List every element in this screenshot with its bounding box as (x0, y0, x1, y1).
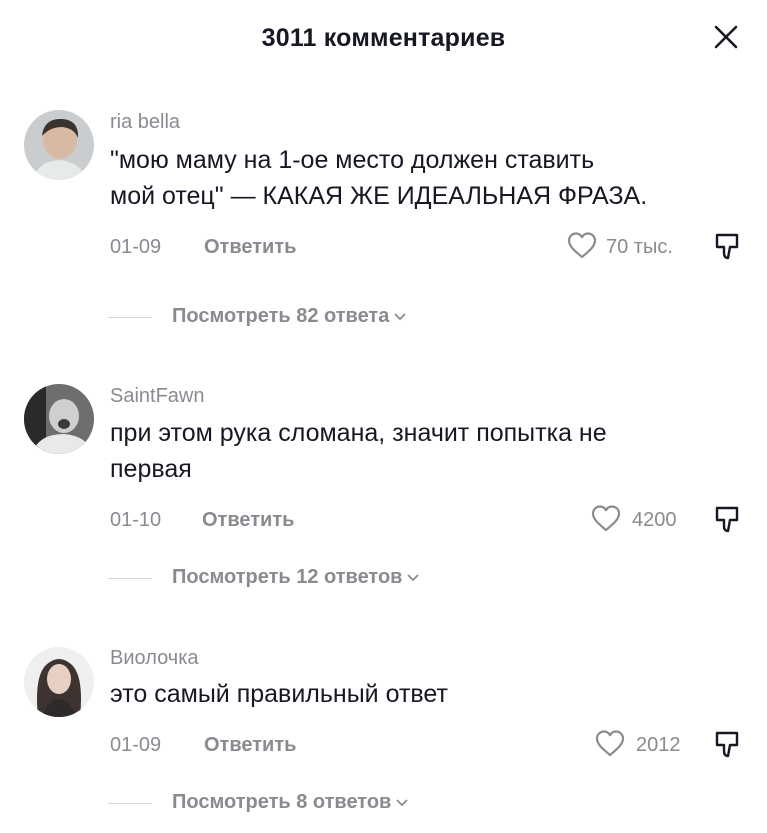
comment-text-line: это самый правильный ответ (110, 680, 448, 708)
divider (108, 317, 152, 318)
dislike-button[interactable] (711, 728, 743, 765)
like-button[interactable] (594, 728, 626, 763)
comment-author[interactable]: Виолочка (110, 647, 199, 670)
like-count: 70 тыс. (606, 236, 673, 258)
chevron-down-icon (394, 313, 406, 320)
chevron-down-icon (407, 574, 420, 581)
view-replies-button[interactable]: Посмотреть 82 ответа (172, 305, 407, 328)
reply-button[interactable]: Ответить (204, 236, 296, 259)
comment-text-line: при этом рука сломана, значит попытка не (110, 419, 607, 447)
dislike-button[interactable] (711, 503, 743, 540)
reply-button[interactable]: Ответить (202, 509, 294, 532)
comment-text: это самый правильный ответ (110, 676, 740, 712)
divider (108, 803, 152, 804)
view-replies-button[interactable]: Посмотреть 12 ответов (172, 566, 420, 589)
comment-text-line: первая (110, 455, 192, 483)
heart-outline-icon (591, 505, 621, 532)
comments-count-title: 3011 комментариев (261, 24, 506, 52)
avatar[interactable] (24, 110, 94, 180)
comment-date: 01-10 (110, 509, 162, 531)
like-button[interactable] (590, 503, 622, 538)
view-replies-label: Посмотреть 12 ответов (172, 566, 403, 588)
dislike-button[interactable] (711, 230, 743, 267)
avatar[interactable] (24, 647, 94, 717)
comment-author[interactable]: ria bella (110, 111, 180, 134)
view-replies-button[interactable]: Посмотреть 8 ответов (172, 791, 409, 814)
thumbs-down-icon (715, 506, 739, 533)
thumbs-down-icon (715, 233, 739, 260)
like-button[interactable] (566, 230, 598, 265)
comment-text-line: мой отец" — КАКАЯ ЖЕ ИДЕАЛЬНАЯ ФРАЗА. (110, 182, 648, 210)
comment-text: при этом рука сломана, значит попытка не… (110, 415, 740, 487)
like-count: 4200 (632, 509, 677, 531)
comment-author[interactable]: SaintFawn (110, 385, 205, 408)
avatar[interactable] (24, 384, 94, 454)
comment-date: 01-09 (110, 236, 162, 258)
close-icon (714, 25, 738, 49)
divider (108, 578, 152, 579)
comment-text-line: "мою маму на 1-ое место должен ставить (110, 146, 595, 174)
like-count: 2012 (636, 734, 681, 756)
reply-button[interactable]: Ответить (204, 734, 296, 757)
close-button[interactable] (711, 22, 741, 52)
view-replies-label: Посмотреть 82 ответа (172, 305, 390, 327)
heart-outline-icon (567, 232, 597, 259)
heart-outline-icon (595, 730, 625, 757)
comments-header: 3011 комментариев (0, 0, 767, 80)
view-replies-label: Посмотреть 8 ответов (172, 791, 392, 813)
chevron-down-icon (396, 799, 408, 806)
comment-text: "мою маму на 1-ое место должен ставить м… (110, 142, 740, 214)
thumbs-down-icon (715, 731, 739, 758)
comment-date: 01-09 (110, 734, 162, 756)
